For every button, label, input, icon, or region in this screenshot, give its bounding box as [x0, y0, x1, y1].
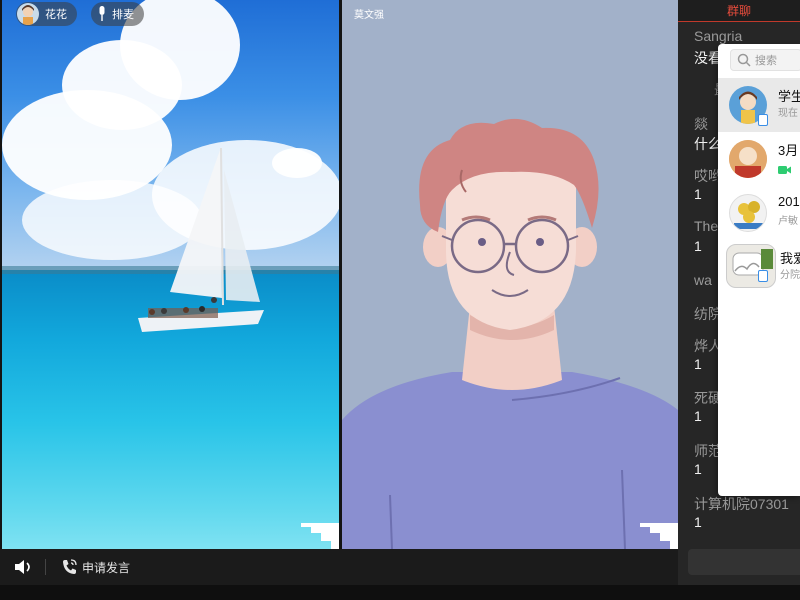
mic-icon — [97, 6, 107, 22]
avatar-illustration — [342, 118, 678, 549]
conversation-subtitle: 卢敏 — [778, 216, 798, 227]
chat-sender: The — [694, 218, 719, 234]
tab-group-chat[interactable]: 群聊 — [678, 0, 800, 22]
chat-message: 1 — [694, 186, 702, 202]
user-name: 花花 — [45, 9, 67, 21]
conversation-avatar — [729, 194, 767, 232]
search-icon — [737, 53, 751, 67]
video-tile-left[interactable]: 花花 排麦 — [2, 0, 339, 549]
participant-name: 莫文强 — [354, 10, 384, 21]
conversation-title: 201 — [778, 194, 800, 209]
corner-stair-icon — [640, 523, 678, 549]
meeting-window: 花花 排麦 莫文强 申请发言 群聊 Sangria 没看 燚 什么 哎哟 1 T… — [0, 0, 800, 600]
mobile-icon — [758, 270, 768, 282]
chat-sender: 计算机院07301 — [694, 496, 789, 512]
conversation-item[interactable]: 学生 现在 — [718, 78, 800, 132]
mobile-icon — [758, 114, 768, 126]
video-call-icon — [778, 162, 792, 174]
chat-sender: wa — [694, 272, 712, 288]
user-avatar — [17, 3, 39, 25]
phone-icon — [60, 558, 78, 576]
conversation-title: 3月 — [778, 143, 799, 158]
toolbar-divider — [45, 559, 46, 575]
chat-message: 1 — [694, 356, 702, 372]
chat-message: 1 — [694, 514, 702, 530]
conversation-popup: 搜索 学生 现在 3月 201 卢敏 我爱 分院 — [718, 44, 800, 496]
conversation-title: 学生 — [778, 89, 800, 104]
user-pill[interactable]: 花花 — [16, 2, 77, 26]
chat-message: 1 — [694, 461, 702, 477]
chat-sender: 燚 — [694, 116, 708, 132]
chat-sender: Sangria — [694, 28, 743, 44]
queue-mic-label: 排麦 — [112, 9, 134, 21]
conversation-avatar — [726, 244, 776, 288]
conversation-item[interactable]: 201 卢敏 — [718, 186, 800, 240]
chat-message: 1 — [694, 238, 702, 254]
conversation-item[interactable]: 我爱 分院 — [718, 240, 800, 294]
window-bottom-strip — [0, 585, 800, 600]
bottom-toolbar: 申请发言 — [0, 549, 678, 585]
chat-message: 1 — [694, 408, 702, 424]
conversation-title: 我爱 — [780, 251, 800, 266]
conversation-subtitle: 现在 — [778, 108, 798, 119]
volume-icon[interactable] — [13, 558, 33, 576]
apply-speak-label: 申请发言 — [82, 560, 131, 575]
conversation-subtitle: 分院 — [780, 270, 800, 281]
conversation-avatar — [729, 140, 767, 178]
popup-search-input[interactable]: 搜索 — [730, 49, 800, 71]
conversation-item[interactable]: 3月 — [718, 132, 800, 186]
corner-stair-icon — [301, 523, 339, 549]
chat-input[interactable] — [688, 549, 800, 575]
queue-mic-button[interactable]: 排麦 — [91, 2, 144, 26]
apply-speak-button[interactable]: 申请发言 — [60, 558, 130, 576]
search-placeholder: 搜索 — [755, 55, 777, 67]
video-tile-right[interactable]: 莫文强 — [342, 0, 678, 549]
sailboat — [138, 147, 264, 332]
